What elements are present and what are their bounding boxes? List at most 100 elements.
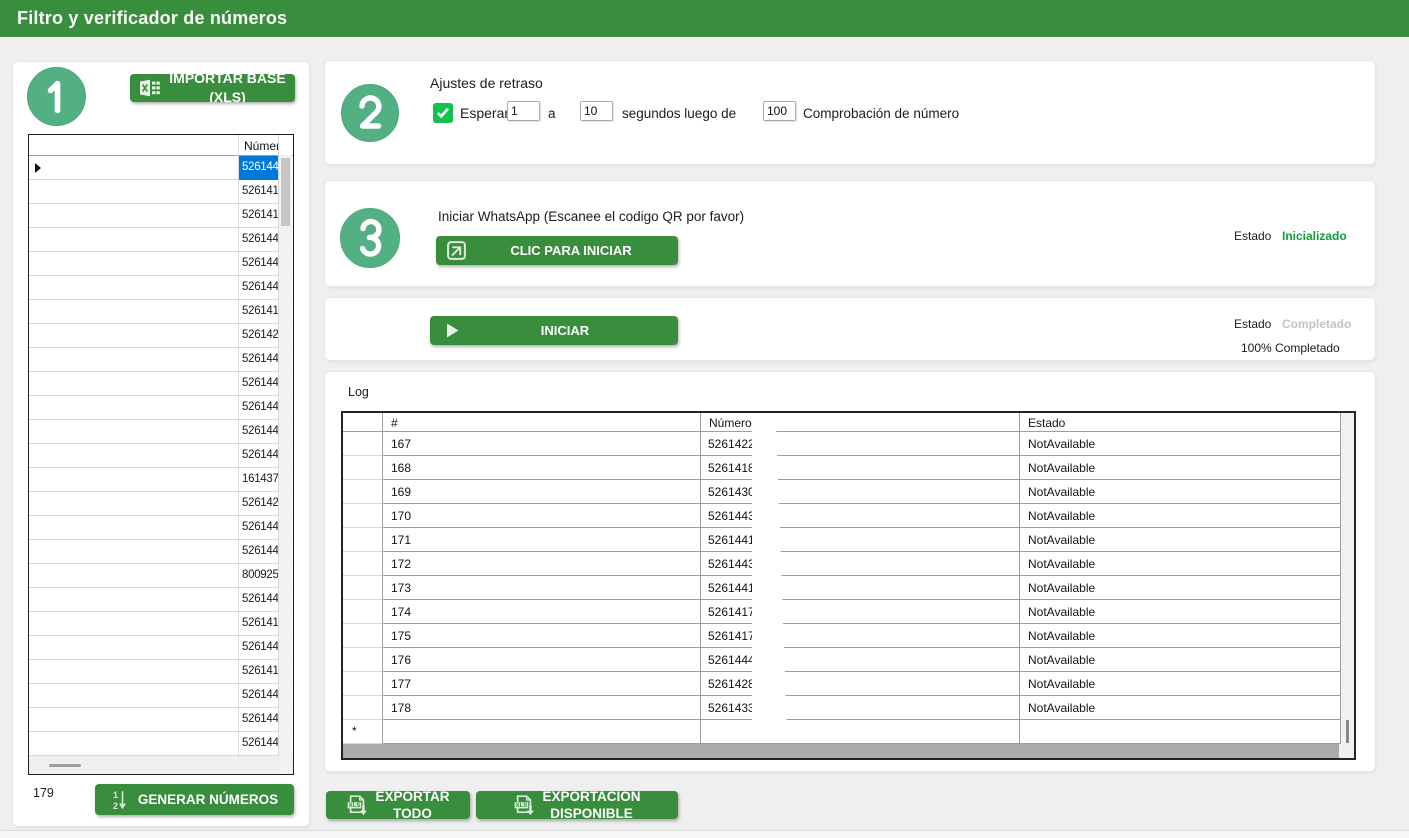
progress-label: 100% Completado bbox=[1241, 341, 1340, 355]
log-rowheader-cell bbox=[343, 600, 383, 624]
log-cell-numero: 5261430 bbox=[701, 480, 1020, 504]
log-cell-estado: NotAvailable bbox=[1020, 552, 1341, 576]
svg-text:XLS: XLS bbox=[516, 803, 528, 809]
digit-2 bbox=[350, 93, 390, 133]
wait-checkbox[interactable] bbox=[433, 103, 453, 123]
log-cell-estado: NotAvailable bbox=[1020, 480, 1341, 504]
numbers-grid-row[interactable]: 526141 bbox=[29, 180, 293, 204]
log-table-row[interactable]: 1755261417NotAvailable bbox=[343, 624, 1354, 648]
numbers-grid-row[interactable]: 526142 bbox=[29, 324, 293, 348]
log-table[interactable]: # Número Estado 1675261422NotAvailable16… bbox=[341, 411, 1356, 760]
svg-text:1: 1 bbox=[113, 790, 118, 800]
numbers-grid[interactable]: Número 526144526141526141526144526144526… bbox=[28, 134, 294, 775]
play-icon bbox=[446, 323, 459, 338]
log-table-row[interactable]: 1725261443NotAvailable bbox=[343, 552, 1354, 576]
numbers-grid-row[interactable]: 526144 bbox=[29, 228, 293, 252]
log-cell-numero: 5261417 bbox=[701, 624, 1020, 648]
digit-1 bbox=[37, 77, 77, 117]
log-table-row[interactable]: 1785261433NotAvailable bbox=[343, 696, 1354, 720]
log-table-row[interactable]: 1675261422NotAvailable bbox=[343, 432, 1354, 456]
numbers-grid-row[interactable]: 526144 bbox=[29, 444, 293, 468]
check-icon bbox=[436, 107, 450, 119]
window-title: Filtro y verificador de números bbox=[17, 8, 287, 29]
numbers-grid-row[interactable]: 526144 bbox=[29, 348, 293, 372]
import-base-label: IMPORTAR BASE(XLS) bbox=[169, 74, 285, 102]
log-cell-n: 177 bbox=[383, 672, 701, 696]
numbers-grid-row[interactable]: 526141 bbox=[29, 660, 293, 684]
grid-horizontal-scrollbar-thumb[interactable] bbox=[49, 764, 81, 767]
log-table-row[interactable]: 1735261441NotAvailable bbox=[343, 576, 1354, 600]
log-cell-estado: NotAvailable bbox=[1020, 528, 1341, 552]
numbers-grid-row[interactable]: 526144 bbox=[29, 156, 293, 180]
numbers-grid-row[interactable]: 526144 bbox=[29, 420, 293, 444]
log-cell-n: 167 bbox=[383, 432, 701, 456]
log-header-rowheader bbox=[343, 413, 383, 432]
grid-vertical-scrollbar-thumb[interactable] bbox=[281, 158, 290, 226]
numbers-grid-row[interactable]: 161437 bbox=[29, 468, 293, 492]
log-table-row[interactable]: 1705261443NotAvailable bbox=[343, 504, 1354, 528]
numbers-grid-row[interactable]: 526144 bbox=[29, 516, 293, 540]
numbers-grid-row[interactable]: 526141 bbox=[29, 612, 293, 636]
new-row-marker: * bbox=[343, 720, 383, 744]
export-all-label: EXPORTARTODO bbox=[375, 791, 449, 819]
log-table-row[interactable]: 16852614189NotAvailable bbox=[343, 456, 1354, 480]
export-available-button[interactable]: XLS EXPORTACIÓNDISPONIBLE bbox=[476, 791, 678, 819]
sort-numeric-icon: 1 2 bbox=[111, 789, 127, 811]
numbers-grid-row[interactable]: 526144 bbox=[29, 276, 293, 300]
log-cell-n: 170 bbox=[383, 504, 701, 528]
numbers-grid-row[interactable]: 526144 bbox=[29, 636, 293, 660]
numbers-grid-row[interactable]: 800925 bbox=[29, 564, 293, 588]
numbers-grid-row[interactable]: 526144 bbox=[29, 708, 293, 732]
numbers-grid-row[interactable]: 526142 bbox=[29, 492, 293, 516]
numbers-grid-row[interactable]: 526144 bbox=[29, 732, 293, 756]
log-cell-estado: NotAvailable bbox=[1020, 576, 1341, 600]
check-count-input[interactable] bbox=[763, 101, 796, 121]
log-cell-estado: NotAvailable bbox=[1020, 432, 1341, 456]
numbers-grid-rows: 5261445261415261415261445261445261445261… bbox=[29, 156, 293, 756]
numbers-grid-row[interactable]: 526144 bbox=[29, 396, 293, 420]
delay-from-input[interactable] bbox=[507, 101, 540, 121]
export-all-button[interactable]: XLS EXPORTARTODO bbox=[326, 791, 470, 819]
log-table-row[interactable]: 1695261430NotAvailable bbox=[343, 480, 1354, 504]
log-rowheader-cell bbox=[343, 432, 383, 456]
numbers-grid-row[interactable]: 526144 bbox=[29, 252, 293, 276]
log-cell-numero: 52614189 bbox=[701, 456, 1020, 480]
log-cell-numero: 5261441 bbox=[701, 576, 1020, 600]
generate-numbers-button[interactable]: 1 2 GENERAR NÚMEROS bbox=[95, 784, 294, 815]
log-vertical-scrollbar-thumb[interactable] bbox=[1346, 720, 1349, 743]
log-vertical-scrollbar[interactable] bbox=[1341, 413, 1354, 744]
log-new-row: * bbox=[343, 720, 1354, 744]
numbers-grid-row[interactable]: 526144 bbox=[29, 540, 293, 564]
start-button[interactable]: INICIAR bbox=[430, 316, 678, 345]
log-table-row[interactable]: 17152614411NotAvailable bbox=[343, 528, 1354, 552]
numbers-grid-row[interactable]: 526144 bbox=[29, 372, 293, 396]
log-rowheader-cell bbox=[343, 696, 383, 720]
current-row-arrow bbox=[35, 163, 41, 173]
log-rowheader-cell bbox=[343, 480, 383, 504]
log-cell-numero: 5261444 bbox=[701, 648, 1020, 672]
import-base-button[interactable]: IMPORTAR BASE(XLS) bbox=[130, 74, 295, 102]
row-count-label: 179 bbox=[33, 786, 54, 800]
log-cell-estado: NotAvailable bbox=[1020, 456, 1341, 480]
numbers-grid-row[interactable]: 526144 bbox=[29, 684, 293, 708]
log-cell-numero: 5261443 bbox=[701, 552, 1020, 576]
log-table-row[interactable]: 17452614174NotAvailable bbox=[343, 600, 1354, 624]
log-horizontal-scrollbar-thumb[interactable] bbox=[343, 744, 1339, 758]
click-to-start-button[interactable]: CLIC PARA INICIAR bbox=[436, 236, 678, 265]
numbers-grid-row[interactable]: 526141 bbox=[29, 204, 293, 228]
delay-to-input[interactable] bbox=[580, 101, 613, 121]
grid-vertical-scrollbar[interactable] bbox=[279, 155, 292, 774]
log-table-row[interactable]: 1775261428NotAvailable bbox=[343, 672, 1354, 696]
to-label: a bbox=[548, 106, 556, 121]
log-rowheader-cell bbox=[343, 456, 383, 480]
numbers-grid-row[interactable]: 526141 bbox=[29, 300, 293, 324]
log-table-row[interactable]: 1765261444NotAvailable bbox=[343, 648, 1354, 672]
numbers-grid-header: Número bbox=[29, 135, 293, 156]
step3-badge bbox=[340, 208, 400, 268]
log-cell-n: 174 bbox=[383, 600, 701, 624]
step1-badge bbox=[27, 67, 86, 126]
numbers-grid-row[interactable]: 526144 bbox=[29, 588, 293, 612]
log-cell-n: 169 bbox=[383, 480, 701, 504]
step4-status-label: Estado bbox=[1234, 317, 1271, 331]
log-horizontal-scrollbar[interactable] bbox=[343, 744, 1354, 758]
